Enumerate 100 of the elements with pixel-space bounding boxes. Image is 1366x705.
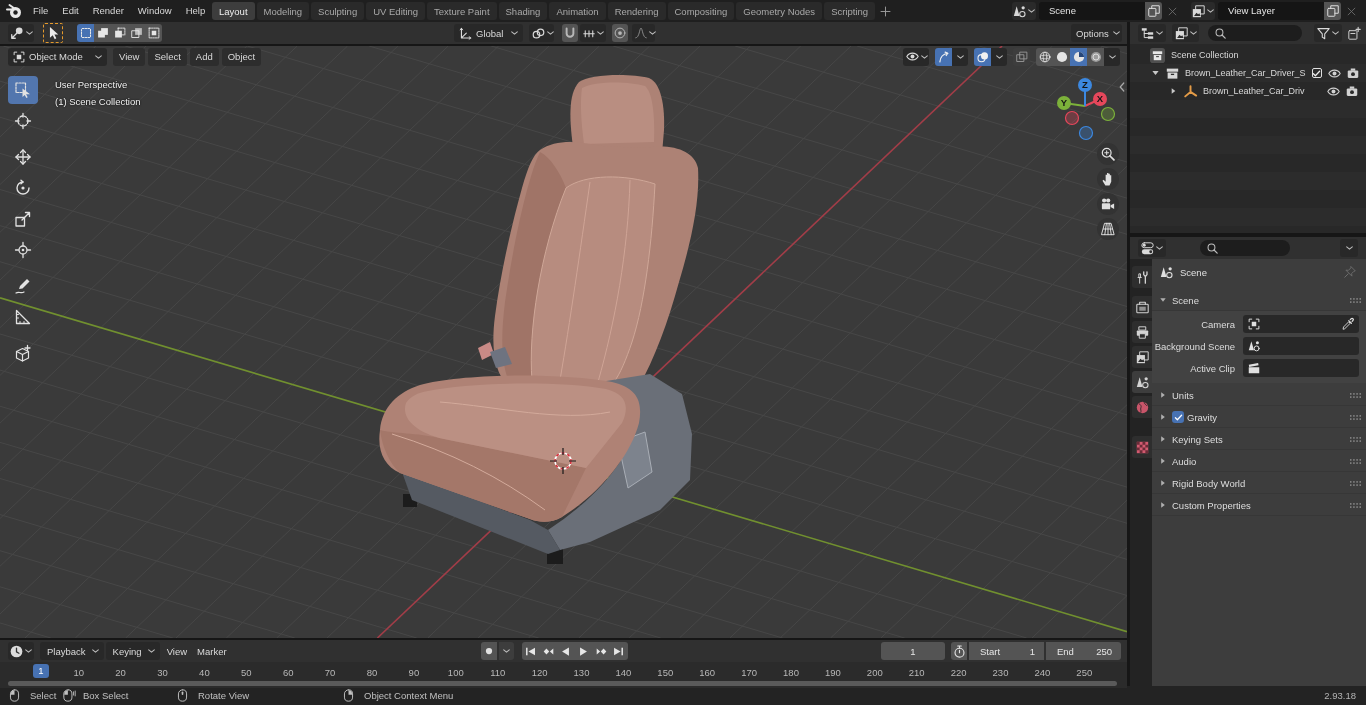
scene-browse-button[interactable] <box>1012 2 1036 20</box>
camera-view-button[interactable] <box>1097 193 1119 215</box>
axis-handle[interactable]: Y <box>1057 96 1086 110</box>
negative-axis-handle[interactable] <box>1064 110 1080 126</box>
clip-field[interactable] <box>1243 359 1359 377</box>
options-dropdown[interactable]: Options <box>1071 24 1122 42</box>
shading-mode-button[interactable] <box>1053 47 1070 66</box>
grip-dots-icon[interactable] <box>1350 480 1361 486</box>
checkbox[interactable] <box>1311 68 1322 78</box>
negative-axis-handle[interactable] <box>1078 125 1094 141</box>
workspace-tab[interactable]: Modeling <box>256 2 310 20</box>
menu-item[interactable]: Object <box>221 47 262 66</box>
filter-dropdown[interactable] <box>1314 24 1342 42</box>
current-frame-field[interactable]: 1 <box>881 642 945 660</box>
selection-mode-button[interactable] <box>77 24 94 42</box>
grip-dots-icon[interactable] <box>1350 458 1361 464</box>
preview-range-toggle[interactable] <box>951 642 967 660</box>
menu-dropdown[interactable]: Keying <box>105 642 160 660</box>
projection-button[interactable] <box>1097 218 1119 240</box>
menu-item[interactable]: Help <box>178 2 213 20</box>
new-view-layer-button[interactable] <box>1324 2 1341 20</box>
search-field[interactable] <box>1200 240 1290 256</box>
jump-to-start-button[interactable] <box>522 642 540 660</box>
view-layer-filter-dropdown[interactable] <box>1172 24 1199 42</box>
menu-item[interactable]: Select <box>148 47 187 66</box>
workspace-tab[interactable]: Animation <box>549 2 606 20</box>
tool-button[interactable] <box>8 76 38 104</box>
mode-dropdown[interactable]: Object Mode <box>8 47 107 66</box>
workspace-tab[interactable]: Sculpting <box>311 2 365 20</box>
snap-toggle[interactable] <box>562 24 578 42</box>
properties-tab[interactable] <box>1132 321 1152 343</box>
shading-mode-button[interactable] <box>1087 47 1104 66</box>
workspace-tab[interactable]: Texture Paint <box>427 2 497 20</box>
properties-tab[interactable] <box>1132 266 1152 288</box>
menu-dropdown[interactable]: Playback <box>40 642 104 660</box>
grip-dots-icon[interactable] <box>1350 414 1361 420</box>
overlay-toggle[interactable] <box>974 47 991 66</box>
selection-mode-button[interactable] <box>111 24 128 42</box>
checkbox[interactable] <box>1172 411 1184 423</box>
eyedropper-icon[interactable] <box>1342 318 1354 330</box>
properties-tab[interactable] <box>1132 346 1152 368</box>
grip-dots-icon[interactable] <box>1350 502 1361 508</box>
selection-mode-button[interactable] <box>145 24 162 42</box>
new-scene-button[interactable] <box>1145 2 1162 20</box>
search-field[interactable] <box>1208 25 1302 41</box>
grip-dots-icon[interactable] <box>1350 392 1361 398</box>
properties-tab[interactable] <box>1132 296 1152 318</box>
workspace-tab[interactable]: Rendering <box>607 2 666 20</box>
close-icon[interactable] <box>1347 6 1356 16</box>
shading-mode-button[interactable] <box>1070 47 1087 66</box>
app-logo-icon[interactable] <box>6 3 22 19</box>
workspace-tab[interactable]: Shading <box>498 2 548 20</box>
scrollbar[interactable] <box>8 681 1117 686</box>
negative-axis-handle[interactable] <box>1100 106 1116 122</box>
view-layer-browse-button[interactable] <box>1191 2 1215 20</box>
visibility-dropdown[interactable] <box>903 47 929 66</box>
snap-target-dropdown[interactable] <box>580 24 606 42</box>
view-layer-name-field[interactable]: View Layer <box>1218 2 1324 20</box>
object-field[interactable] <box>1243 315 1359 333</box>
scene-field[interactable] <box>1243 337 1359 355</box>
outliner-item[interactable]: Scene Collection <box>1171 50 1239 60</box>
axis-handle[interactable]: Z <box>1078 78 1092 107</box>
workspace-tab[interactable]: Geometry Nodes <box>736 2 823 20</box>
menu-item[interactable]: Edit <box>55 2 86 20</box>
menu-item[interactable]: View <box>113 47 146 66</box>
menu-item[interactable]: Window <box>130 2 179 20</box>
camera-icon[interactable] <box>1346 85 1358 97</box>
workspace-tab[interactable]: UV Editing <box>366 2 426 20</box>
properties-tab[interactable] <box>1132 371 1152 393</box>
menu-item[interactable]: Render <box>85 2 131 20</box>
auto-keying-toggle[interactable] <box>481 642 497 660</box>
selection-mode-button[interactable] <box>94 24 111 42</box>
triangle-right-icon[interactable] <box>1170 88 1177 94</box>
menu-item[interactable]: File <box>26 2 56 20</box>
display-mode-dropdown[interactable] <box>1138 24 1166 42</box>
camera-icon[interactable] <box>1346 67 1359 79</box>
outliner-item[interactable]: Brown_Leather_Car_Driver_S <box>1185 68 1306 78</box>
new-collection-button[interactable] <box>1347 24 1362 42</box>
proportional-edit-toggle[interactable] <box>612 24 628 42</box>
shading-mode-button[interactable] <box>1036 47 1053 66</box>
menu-item[interactable]: Marker <box>192 645 232 657</box>
orientation-dropdown[interactable]: Global <box>454 24 523 42</box>
eye-icon[interactable] <box>1327 84 1340 98</box>
eye-icon[interactable] <box>1327 66 1341 80</box>
grip-dots-icon[interactable] <box>1350 297 1361 303</box>
zoom-button[interactable] <box>1097 143 1119 165</box>
selection-mode-button[interactable] <box>128 24 145 42</box>
popover-button[interactable] <box>499 642 514 660</box>
outliner-item[interactable]: Brown_Leather_Car_Driv <box>1203 86 1305 96</box>
editor-type-button[interactable] <box>8 642 34 660</box>
popover-button[interactable] <box>1340 239 1358 257</box>
current-frame-badge[interactable]: 1 <box>33 664 49 678</box>
menu-item[interactable]: Add <box>189 47 219 66</box>
grip-dots-icon[interactable] <box>1350 436 1361 442</box>
workspace-tab[interactable]: Layout <box>212 2 255 20</box>
falloff-dropdown[interactable] <box>632 24 655 42</box>
gizmo-toggle[interactable] <box>935 47 952 66</box>
pan-button[interactable] <box>1097 168 1119 190</box>
scene-name-field[interactable]: Scene <box>1039 2 1145 20</box>
editor-type-button[interactable] <box>1138 239 1166 257</box>
